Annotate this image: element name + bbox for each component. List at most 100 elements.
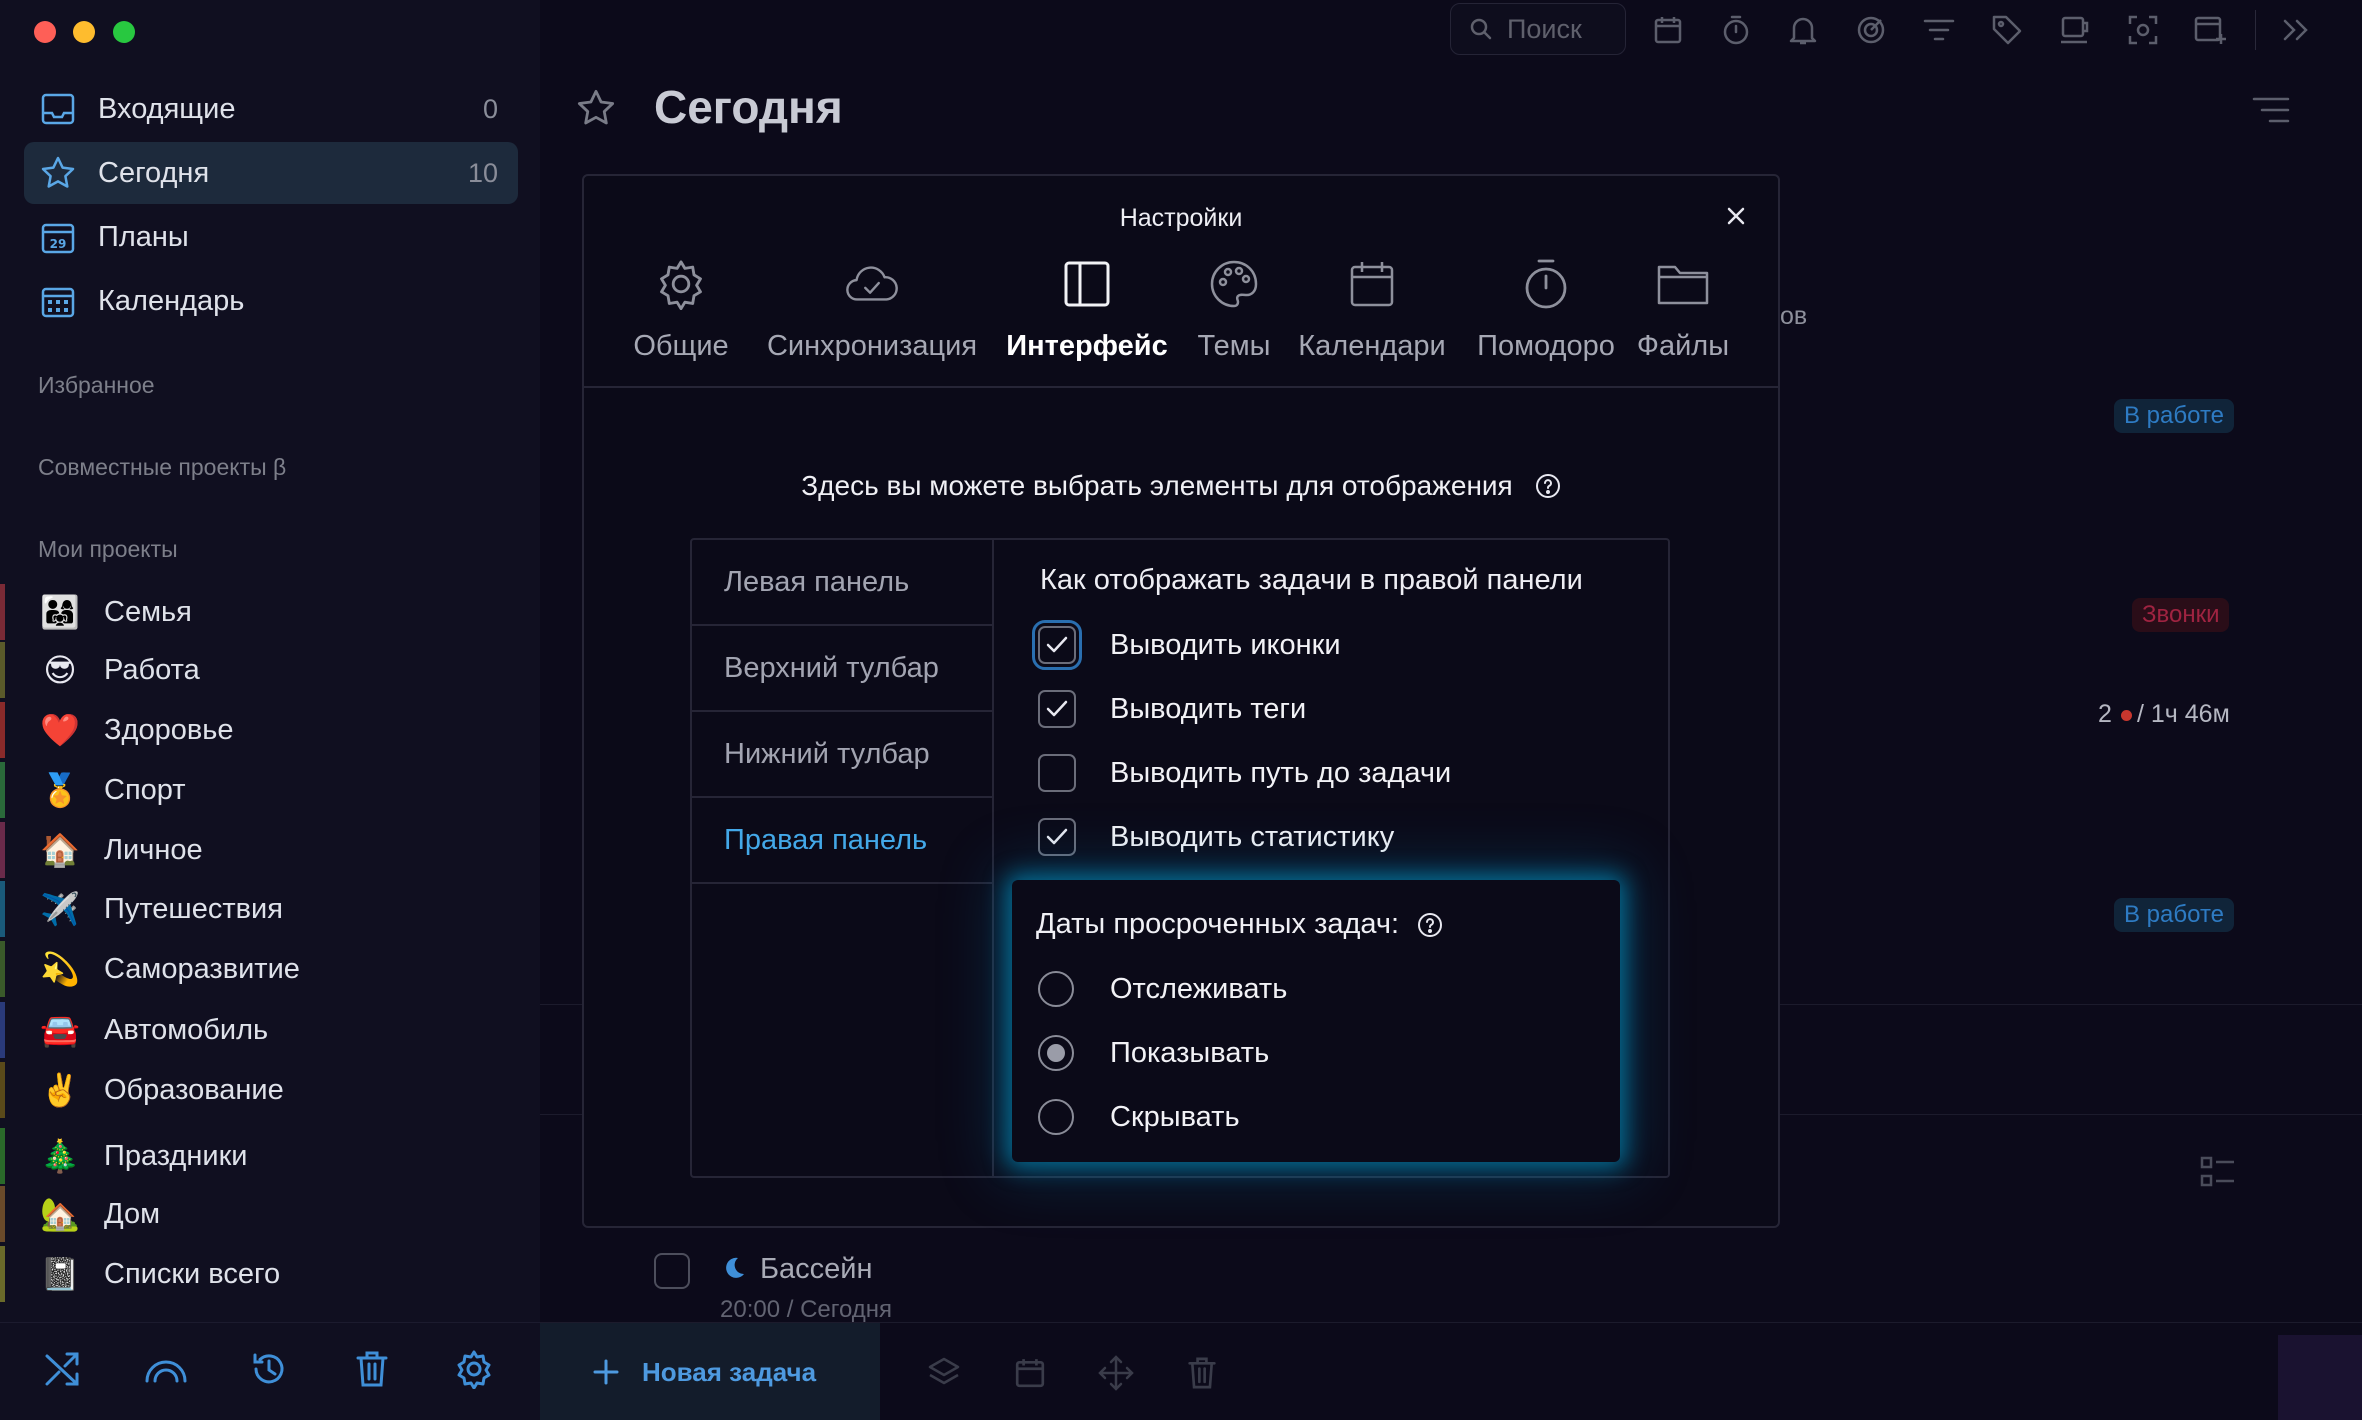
project-item-self-development[interactable]: 💫 Саморазвитие xyxy=(0,941,540,997)
project-label: Путешествия xyxy=(104,892,283,925)
checkbox-unchecked[interactable] xyxy=(1038,754,1076,792)
project-item-sport[interactable]: 🏅 Спорт xyxy=(0,762,540,818)
task-checkbox[interactable] xyxy=(654,1253,690,1289)
project-item-travel[interactable]: ✈️ Путешествия xyxy=(0,881,540,937)
project-label: Личное xyxy=(104,833,203,866)
option-show-stats[interactable]: Выводить статистику xyxy=(1038,812,1394,862)
project-item-home[interactable]: 🏡 Дом xyxy=(0,1186,540,1242)
filter-icon[interactable] xyxy=(1919,10,1959,50)
project-item-education[interactable]: ✌️ Образование xyxy=(0,1062,540,1118)
layers-icon[interactable] xyxy=(924,1353,964,1393)
history-icon[interactable] xyxy=(247,1347,291,1391)
project-item-car[interactable]: 🚘 Автомобиль xyxy=(0,1002,540,1058)
screenshot-icon[interactable] xyxy=(2123,10,2163,50)
radio-option-hide[interactable]: Скрывать xyxy=(1038,1092,1240,1142)
sunglasses-emoji-icon: 😎 xyxy=(43,652,77,688)
favorite-star-icon[interactable] xyxy=(576,88,616,128)
radio-unselected[interactable] xyxy=(1038,971,1074,1007)
section-left-panel[interactable]: Левая панель xyxy=(692,540,992,626)
sidebar-item-calendar[interactable]: Календарь xyxy=(24,270,518,332)
section-top-toolbar[interactable]: Верхний тулбар xyxy=(692,626,992,712)
radio-unselected[interactable] xyxy=(1038,1099,1074,1135)
sidebar-item-today[interactable]: Сегодня 10 xyxy=(24,142,518,204)
nav-label: Календарь xyxy=(98,284,245,317)
project-item-personal[interactable]: 🏠 Личное xyxy=(0,822,540,878)
project-item-holidays[interactable]: 🎄 Праздники xyxy=(0,1128,540,1184)
project-label: Списки всего xyxy=(104,1257,281,1290)
gear-icon xyxy=(653,256,709,312)
project-color-bar xyxy=(0,822,5,878)
project-color-bar xyxy=(0,1246,5,1302)
new-task-button[interactable]: Новая задача xyxy=(540,1323,880,1420)
radio-option-show[interactable]: Показывать xyxy=(1038,1028,1269,1078)
window-zoom-button[interactable] xyxy=(113,21,135,43)
help-circle-icon[interactable] xyxy=(1417,912,1443,938)
checklist-icon[interactable] xyxy=(2200,1156,2236,1188)
focus-target-icon[interactable] xyxy=(1851,10,1891,50)
option-show-task-path[interactable]: Выводить путь до задачи xyxy=(1038,748,1451,798)
tag-icon[interactable] xyxy=(1987,10,2027,50)
expand-panel-icon[interactable] xyxy=(2276,10,2316,50)
radio-option-track[interactable]: Отслеживать xyxy=(1038,964,1287,1014)
tab-sync[interactable]: Синхронизация xyxy=(760,256,984,388)
bell-icon[interactable] xyxy=(1783,10,1823,50)
tab-general[interactable]: Общие xyxy=(620,256,742,388)
my-projects-section-title[interactable]: Мои проекты xyxy=(38,536,178,563)
tab-label: Интерфейс xyxy=(1006,330,1168,362)
project-item-lists[interactable]: 📓 Списки всего xyxy=(0,1246,540,1302)
calendar-icon[interactable] xyxy=(1648,10,1688,50)
calendar-icon[interactable] xyxy=(1010,1353,1050,1393)
sidebar-bottom-toolbar xyxy=(0,1322,540,1420)
tab-pomodoro[interactable]: Помодоро xyxy=(1468,256,1624,388)
radio-selected[interactable] xyxy=(1038,1035,1074,1071)
sidebar: Входящие 0 Сегодня 10 29 Планы Календарь… xyxy=(0,0,540,1420)
trash-icon[interactable] xyxy=(1182,1353,1222,1393)
project-item-family[interactable]: 👨‍👩‍👧 Семья xyxy=(0,584,540,640)
plus-icon xyxy=(592,1358,620,1386)
section-bottom-toolbar[interactable]: Нижний тулбар xyxy=(692,712,992,798)
section-right-panel[interactable]: Правая панель xyxy=(692,798,992,884)
window-close-button[interactable] xyxy=(34,21,56,43)
tab-themes[interactable]: Темы xyxy=(1184,256,1284,388)
help-circle-icon[interactable] xyxy=(1535,473,1561,499)
shuffle-icon[interactable] xyxy=(40,1347,84,1391)
project-label: Образование xyxy=(104,1073,284,1106)
option-show-tags[interactable]: Выводить теги xyxy=(1038,684,1306,734)
family-emoji-icon: 👨‍👩‍👧 xyxy=(40,594,80,630)
sidebar-item-inbox[interactable]: Входящие 0 xyxy=(24,78,518,140)
gear-icon[interactable] xyxy=(452,1347,496,1391)
project-item-work[interactable]: 😎 Работа xyxy=(0,642,540,698)
rainbow-arc-icon[interactable] xyxy=(144,1347,188,1391)
trash-icon[interactable] xyxy=(350,1347,394,1391)
cup-icon[interactable] xyxy=(2055,10,2095,50)
shared-projects-section-title[interactable]: Совместные проекты β xyxy=(38,454,286,481)
add-window-icon[interactable] xyxy=(2191,10,2231,50)
tab-interface[interactable]: Интерфейс xyxy=(1000,256,1174,388)
search-placeholder: Поиск xyxy=(1507,13,1582,44)
svg-text:29: 29 xyxy=(50,237,67,251)
calendar-grid-icon xyxy=(38,281,78,321)
option-label: Выводить теги xyxy=(1110,692,1307,725)
checkbox-checked[interactable] xyxy=(1032,620,1082,670)
close-icon[interactable] xyxy=(1722,202,1750,230)
sidebar-item-plans[interactable]: 29 Планы xyxy=(24,206,518,268)
project-label: Саморазвитие xyxy=(104,952,300,985)
window-minimize-button[interactable] xyxy=(73,21,95,43)
favorites-section-title[interactable]: Избранное xyxy=(38,372,155,399)
checkbox-checked[interactable] xyxy=(1038,690,1076,728)
checkbox-checked[interactable] xyxy=(1038,818,1076,856)
task-row[interactable]: Бассейн 20:00 / Сегодня xyxy=(540,1240,2362,1323)
timer-icon[interactable] xyxy=(1716,10,1756,50)
project-item-health[interactable]: ❤️ Здоровье xyxy=(0,702,540,758)
project-color-bar xyxy=(0,1062,5,1118)
tab-files[interactable]: Файлы xyxy=(1630,256,1736,388)
search-box[interactable]: Поиск xyxy=(1450,3,1626,55)
home-emoji-icon: 🏡 xyxy=(40,1196,80,1232)
sort-menu-icon[interactable] xyxy=(2252,96,2290,124)
project-label: Автомобиль xyxy=(104,1013,269,1046)
option-show-icons[interactable]: Выводить иконки xyxy=(1032,620,1341,670)
tab-label: Синхронизация xyxy=(766,330,978,362)
tab-calendars[interactable]: Календари xyxy=(1282,256,1462,388)
dizzy-emoji-icon: 💫 xyxy=(40,951,80,987)
move-icon[interactable] xyxy=(1096,1353,1136,1393)
